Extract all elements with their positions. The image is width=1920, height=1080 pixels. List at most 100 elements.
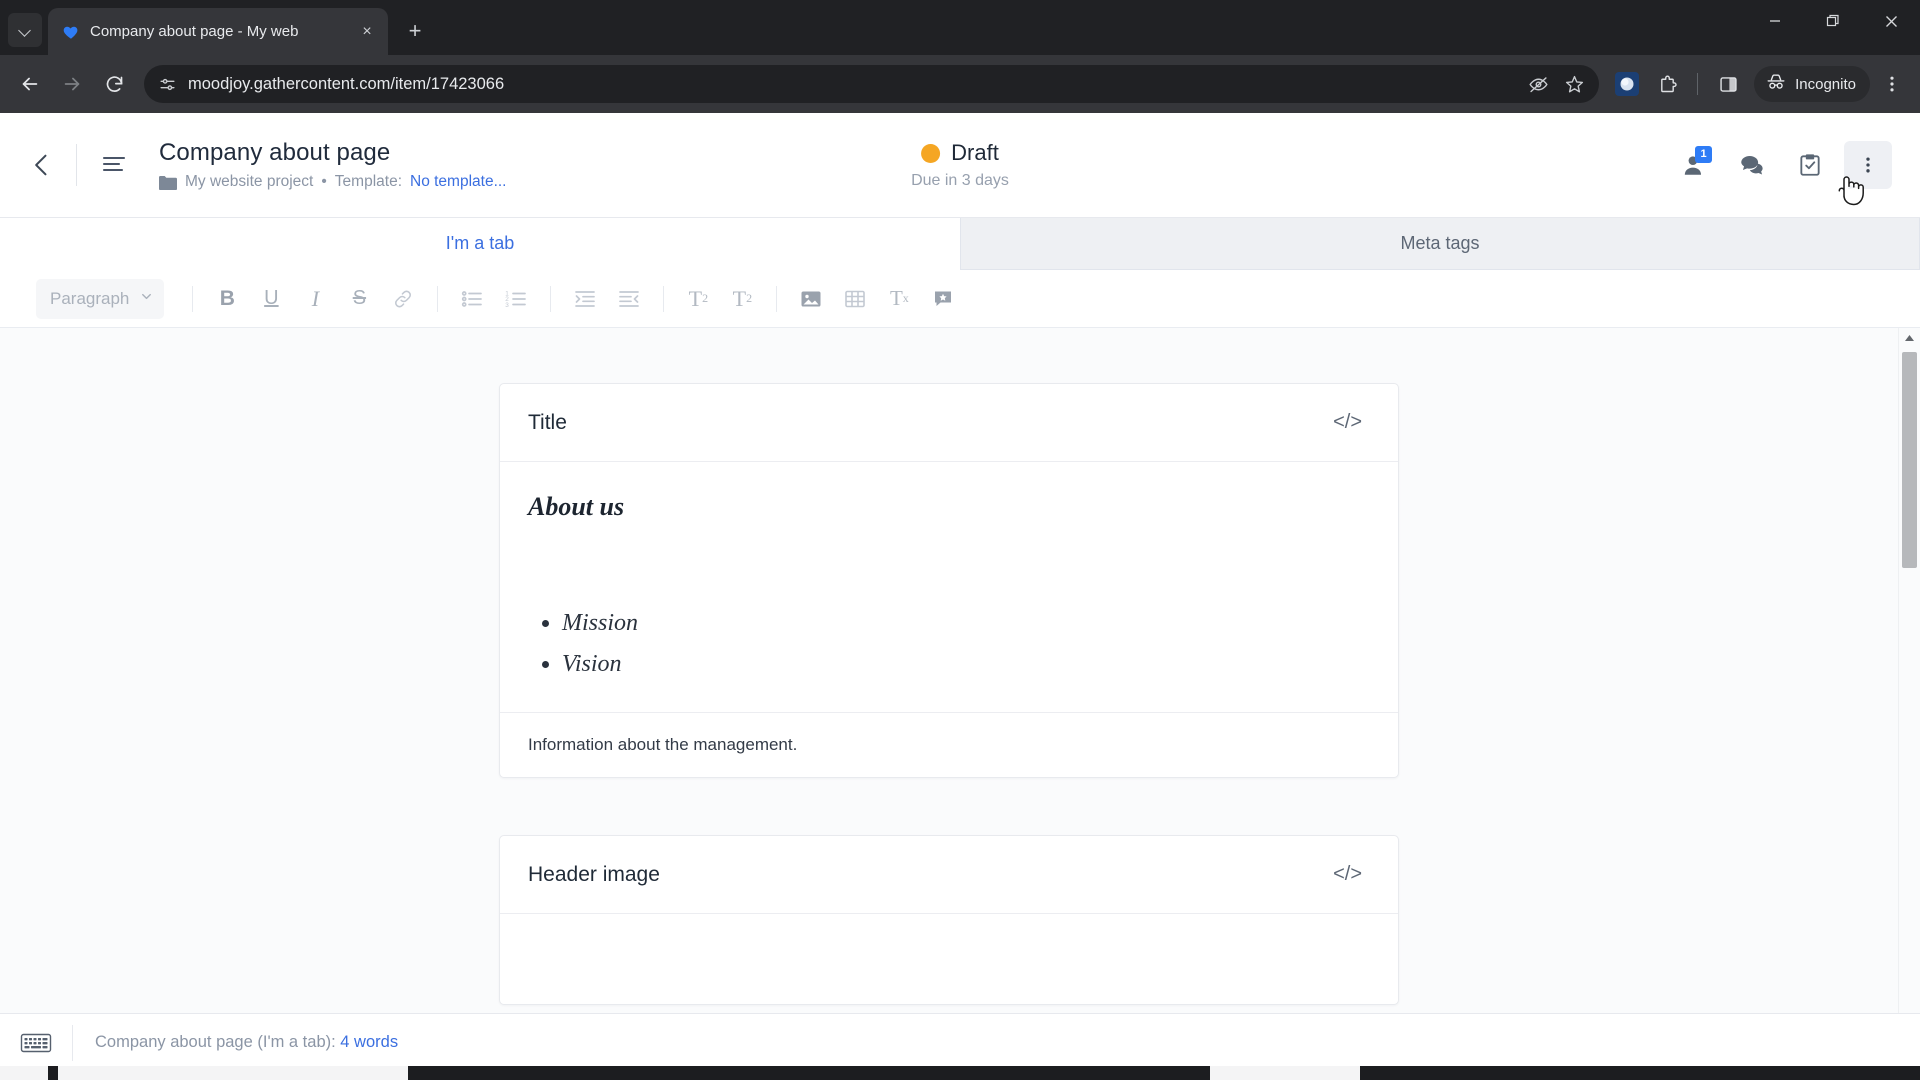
extensions-puzzle-icon[interactable] bbox=[1649, 66, 1685, 102]
incognito-hat-icon bbox=[1765, 71, 1787, 97]
toolbar-separator bbox=[437, 285, 439, 312]
eye-crossed-icon[interactable] bbox=[1527, 73, 1549, 95]
link-icon[interactable] bbox=[381, 279, 425, 319]
template-label: Template: bbox=[334, 173, 402, 190]
reload-icon[interactable] bbox=[94, 64, 134, 104]
folder-icon bbox=[159, 175, 177, 190]
keyboard-icon[interactable] bbox=[14, 1026, 58, 1060]
back-arrow-icon[interactable] bbox=[10, 64, 50, 104]
maximize-icon[interactable] bbox=[1804, 0, 1862, 42]
browser-titlebar: Company about page - My web × + bbox=[0, 0, 1920, 55]
card-header: Header image </> bbox=[500, 836, 1398, 914]
checklist-button[interactable] bbox=[1786, 141, 1834, 189]
scroll-up-arrow-icon[interactable] bbox=[1899, 328, 1920, 348]
chevron-down-icon bbox=[139, 289, 154, 309]
forward-arrow-icon[interactable] bbox=[52, 64, 92, 104]
status-block: Draft Due in 3 days bbox=[911, 140, 1009, 190]
minimize-icon[interactable] bbox=[1746, 0, 1804, 42]
three-dot-menu-icon[interactable] bbox=[1874, 66, 1910, 102]
toolbar-separator bbox=[550, 285, 552, 312]
incognito-indicator[interactable]: Incognito bbox=[1754, 66, 1870, 102]
card-body[interactable]: About us Mission Vision bbox=[500, 462, 1398, 712]
paragraph-style-label: Paragraph bbox=[50, 288, 130, 308]
os-taskbar bbox=[0, 1066, 1920, 1080]
taskbar-segment bbox=[0, 1066, 48, 1080]
header-actions: 1 bbox=[1670, 141, 1892, 206]
browser-tab-title: Company about page - My web bbox=[90, 23, 299, 40]
comment-star-icon[interactable] bbox=[921, 279, 965, 319]
breadcrumb-separator: • bbox=[321, 173, 327, 190]
word-count-value[interactable]: 4 words bbox=[340, 1033, 398, 1051]
browser-toolbar-actions: Incognito bbox=[1609, 66, 1910, 102]
taskbar-segment bbox=[58, 1066, 408, 1080]
side-panel-icon[interactable] bbox=[1710, 66, 1746, 102]
assignee-badge: 1 bbox=[1695, 146, 1712, 163]
breadcrumb: My website project • Template: No templa… bbox=[159, 173, 507, 191]
taskbar-segment bbox=[1210, 1066, 1360, 1080]
omnibox[interactable]: moodjoy.gathercontent.com/item/17423066 bbox=[144, 65, 1600, 103]
rich-text-list: Mission Vision bbox=[562, 610, 1370, 678]
list-item: Mission bbox=[562, 610, 1370, 637]
field-card-header-image: Header image </> bbox=[499, 835, 1399, 1005]
window-controls bbox=[1746, 0, 1920, 42]
scrollbar-thumb[interactable] bbox=[1902, 352, 1917, 568]
field-card-title: Title </> About us Mission Vision Inform… bbox=[499, 383, 1399, 778]
tab-search-button[interactable] bbox=[8, 13, 42, 47]
rich-text-heading: About us bbox=[528, 492, 625, 521]
chevron-down-icon bbox=[19, 24, 31, 36]
italic-button[interactable]: I bbox=[293, 279, 337, 319]
toolbar-separator bbox=[663, 285, 665, 312]
profile-avatar-icon[interactable] bbox=[1609, 66, 1645, 102]
indent-icon[interactable] bbox=[563, 279, 607, 319]
comments-button[interactable] bbox=[1728, 141, 1776, 189]
status-badge[interactable]: Draft bbox=[951, 140, 999, 166]
numbered-list-icon[interactable]: 123 bbox=[494, 279, 538, 319]
url-text: moodjoy.gathercontent.com/item/17423066 bbox=[188, 74, 505, 93]
editor-area: Title </> About us Mission Vision Inform… bbox=[0, 328, 1920, 1013]
clear-formatting-button[interactable]: Tx bbox=[877, 279, 921, 319]
close-icon[interactable] bbox=[1862, 0, 1920, 42]
table-icon[interactable] bbox=[833, 279, 877, 319]
gathercontent-heart-icon bbox=[62, 23, 80, 41]
underline-button[interactable]: U bbox=[249, 279, 293, 319]
superscript-button[interactable]: T2 bbox=[720, 279, 764, 319]
vertical-scrollbar[interactable] bbox=[1898, 328, 1920, 1013]
strikethrough-button[interactable]: S bbox=[337, 279, 381, 319]
star-icon[interactable] bbox=[1563, 73, 1585, 95]
incognito-label: Incognito bbox=[1795, 75, 1856, 93]
card-body[interactable] bbox=[500, 914, 1398, 1004]
tab-im-a-tab[interactable]: I'm a tab bbox=[0, 218, 960, 270]
new-tab-button[interactable]: + bbox=[398, 14, 432, 48]
content-tabs: I'm a tab Meta tags bbox=[0, 218, 1920, 270]
svg-text:3: 3 bbox=[506, 301, 510, 308]
back-button[interactable] bbox=[14, 137, 70, 193]
image-icon[interactable] bbox=[789, 279, 833, 319]
page-title: Company about page bbox=[159, 139, 391, 166]
code-view-icon[interactable]: </> bbox=[1333, 411, 1362, 434]
card-title: Title bbox=[528, 410, 567, 434]
status-bar: Company about page (I'm a tab): 4 words bbox=[0, 1013, 1920, 1071]
project-name[interactable]: My website project bbox=[185, 173, 313, 191]
template-value-link[interactable]: No template... bbox=[410, 173, 507, 191]
editor-scroll-region: Title </> About us Mission Vision Inform… bbox=[0, 328, 1898, 1013]
browser-tab[interactable]: Company about page - My web × bbox=[48, 8, 388, 55]
bullet-list-icon[interactable] bbox=[450, 279, 494, 319]
header-title-block: Company about page My website project • … bbox=[159, 139, 507, 191]
tab-meta-tags[interactable]: Meta tags bbox=[960, 218, 1920, 270]
site-settings-icon[interactable] bbox=[156, 73, 178, 95]
subscript-button[interactable]: T2 bbox=[676, 279, 720, 319]
assignee-button[interactable]: 1 bbox=[1670, 141, 1718, 189]
paragraph-style-select[interactable]: Paragraph bbox=[36, 278, 165, 319]
close-icon[interactable]: × bbox=[356, 21, 378, 43]
status-bar-divider bbox=[72, 1024, 73, 1061]
outdent-icon[interactable] bbox=[607, 279, 651, 319]
more-options-button[interactable] bbox=[1838, 141, 1892, 206]
card-title: Header image bbox=[528, 862, 660, 886]
code-view-icon[interactable]: </> bbox=[1333, 863, 1362, 886]
bold-button[interactable]: B bbox=[205, 279, 249, 319]
due-date-text: Due in 3 days bbox=[911, 172, 1009, 189]
app-header: Company about page My website project • … bbox=[0, 113, 1920, 218]
list-item: Vision bbox=[562, 651, 1370, 678]
browser-toolbar: moodjoy.gathercontent.com/item/17423066 … bbox=[0, 55, 1920, 113]
list-menu-icon[interactable] bbox=[91, 142, 137, 188]
